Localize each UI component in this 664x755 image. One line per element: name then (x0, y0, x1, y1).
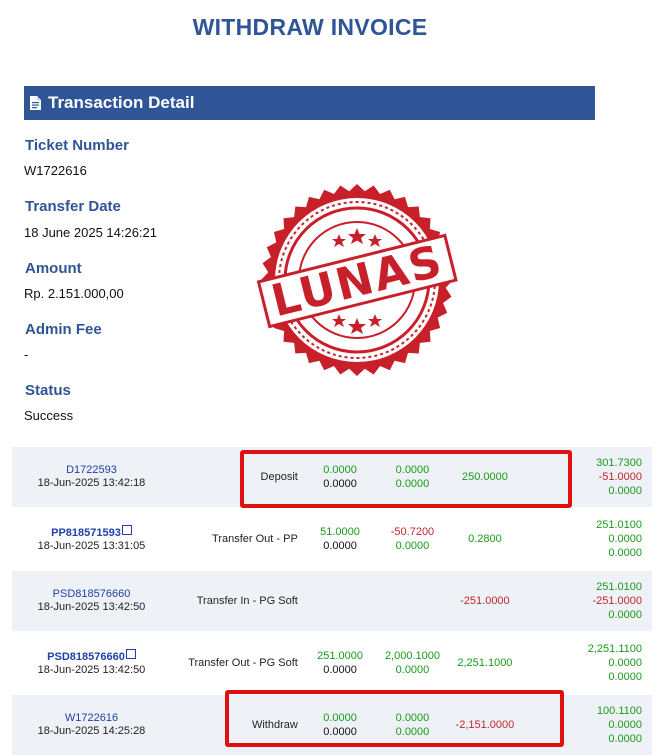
amount-cell: -251.0000 (448, 571, 522, 631)
amount-value: 251.0100 (596, 581, 642, 593)
transaction-id-link[interactable]: PSD818576660 (53, 588, 131, 600)
amount-value: 0.0000 (395, 540, 430, 552)
transaction-id-cell: W1722616 18-Jun-2025 14:25:28 (12, 695, 171, 755)
amount-cell: -50.7200 0.0000 (376, 509, 449, 569)
amount-value: 51.0000 (320, 526, 360, 538)
transaction-timestamp: 18-Jun-2025 13:42:18 (37, 477, 146, 489)
amount-cell: 251.0100 0.0000 0.0000 (521, 509, 652, 569)
amount-value: 0.0000 (608, 547, 642, 559)
highlight-box-withdraw (225, 690, 564, 747)
transaction-type: Transfer Out - PG Soft (170, 633, 304, 693)
section-header: Transaction Detail (24, 86, 595, 120)
transaction-timestamp: 18-Jun-2025 13:42:50 (37, 663, 146, 676)
amount-value: 0.0000 (323, 664, 357, 676)
amount-value: 0.0000 (608, 657, 642, 669)
copy-icon[interactable] (125, 648, 136, 659)
document-icon (30, 96, 41, 110)
ticket-number-value: W1722616 (24, 163, 87, 178)
amount-value: Rp. 2.151.000,00 (24, 286, 124, 301)
amount-value: 0.0000 (323, 540, 357, 552)
amount-value: 2,251.1000 (457, 657, 513, 669)
amount-value: -50.7200 (390, 526, 435, 538)
status-value: Success (24, 408, 74, 423)
amount-value: 0.0000 (608, 671, 642, 683)
amount-value: 0.0000 (608, 533, 642, 545)
amount-cell: 0.2800 (448, 509, 522, 569)
amount-value: 251.0000 (317, 650, 363, 662)
transaction-id-cell: D1722593 18-Jun-2025 13:42:18 (12, 447, 171, 507)
admin-fee-value: - (24, 347, 29, 362)
amount-value: 0.2800 (468, 533, 502, 545)
amount-value: 0.0000 (608, 719, 642, 731)
transaction-timestamp: 18-Jun-2025 13:42:50 (37, 601, 146, 613)
ticket-number-label: Ticket Number (25, 137, 129, 154)
amount-value: -251.0000 (460, 595, 510, 607)
transaction-id-link[interactable]: W1722616 (65, 712, 118, 724)
amount-value: 0.0000 (395, 664, 430, 676)
copy-icon[interactable] (121, 524, 132, 535)
amount-cell (376, 571, 449, 631)
transaction-timestamp: 18-Jun-2025 13:31:05 (37, 539, 146, 552)
transaction-row: PSD818576660 18-Jun-2025 13:42:50 Transfer… (12, 633, 652, 693)
amount-cell (303, 571, 377, 631)
amount-value: -251.0000 (592, 595, 642, 607)
transaction-type: Transfer In - PG Soft (170, 571, 304, 631)
status-label: Status (25, 382, 71, 399)
transaction-row: PSD818576660 18-Jun-2025 13:42:50 Transfer… (12, 571, 652, 631)
amount-cell: 251.0000 0.0000 (303, 633, 377, 693)
transaction-id-link[interactable]: D1722593 (66, 464, 117, 476)
amount-value: 2,000.1000 (384, 650, 440, 662)
amount-value: 2,251.1100 (587, 643, 642, 655)
highlight-box-deposit (240, 450, 572, 508)
transfer-date-label: Transfer Date (25, 198, 121, 215)
transfer-date-value: 18 June 2025 14:26:21 (24, 225, 158, 240)
transaction-id-cell: PSD818576660 18-Jun-2025 13:42:50 (12, 633, 171, 693)
transaction-id-cell: PP818571593 18-Jun-2025 13:31:05 (12, 509, 171, 569)
amount-value: 251.0100 (596, 519, 642, 531)
lunas-stamp: LUNAS (256, 184, 458, 376)
amount-value: 0.0000 (608, 609, 642, 621)
transaction-timestamp: 18-Jun-2025 14:25:28 (37, 725, 146, 737)
admin-fee-label: Admin Fee (25, 321, 102, 338)
amount-value: -51.0000 (598, 471, 642, 483)
transaction-id-cell: PSD818576660 18-Jun-2025 13:42:50 (12, 571, 171, 631)
page-title: WITHDRAW INVOICE (192, 14, 428, 40)
transaction-id-link[interactable]: PSD818576660 (47, 651, 125, 663)
transaction-id-link[interactable]: PP818571593 (51, 527, 121, 539)
amount-value: 100.1100 (596, 705, 642, 717)
amount-cell: 2,251.1100 0.0000 0.0000 (521, 633, 652, 693)
transaction-type: Transfer Out - PP (170, 509, 304, 569)
amount-value: 0.0000 (608, 485, 642, 497)
amount-cell: 2,251.1000 (448, 633, 522, 693)
amount-label: Amount (25, 260, 82, 277)
amount-cell: 2,000.1000 0.0000 (376, 633, 449, 693)
amount-value: 301.7300 (596, 457, 642, 469)
amount-value: 0.0000 (608, 733, 642, 745)
amount-cell: 251.0100 -251.0000 0.0000 (521, 571, 652, 631)
transaction-row: PP818571593 18-Jun-2025 13:31:05 Transfer … (12, 509, 652, 569)
amount-cell: 51.0000 0.0000 (303, 509, 377, 569)
section-title: Transaction Detail (48, 93, 195, 112)
